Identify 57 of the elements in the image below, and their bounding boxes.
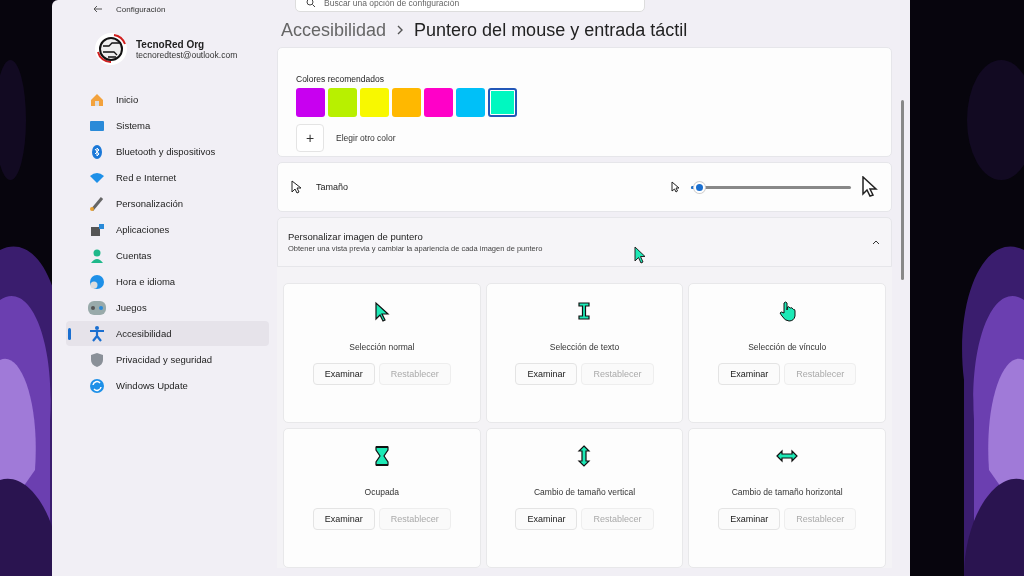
- pointer-label: Cambio de tamaño vertical: [533, 487, 636, 497]
- back-icon: [92, 3, 104, 15]
- add-color-button[interactable]: +: [296, 124, 324, 152]
- search-icon: [306, 0, 316, 8]
- sidebar-item[interactable]: Personalización: [66, 191, 269, 216]
- color-swatch[interactable]: [296, 88, 325, 117]
- sidebar-item[interactable]: Privacidad y seguridad: [66, 347, 269, 372]
- profile-email: tecnoredtest@outlook.com: [136, 49, 238, 60]
- cursor-icon: [290, 180, 302, 194]
- section-title: Personalizar imagen de puntero: [288, 231, 424, 242]
- custom-color-label: Elegir otro color: [336, 133, 396, 143]
- avatar-icon: [94, 32, 128, 66]
- pointer-label: Cambio de tamaño horizontal: [731, 487, 843, 497]
- browse-button[interactable]: Examinar: [718, 363, 781, 385]
- pointer-label: Selección normal: [349, 342, 415, 352]
- brush-icon: [88, 194, 106, 213]
- slider-thumb[interactable]: [694, 181, 705, 193]
- sidebar-item[interactable]: Sistema: [66, 113, 269, 138]
- search-field[interactable]: Buscar una opción de configuración: [295, 0, 645, 12]
- browse-button[interactable]: Examinar: [515, 363, 578, 385]
- window-title: Configuración: [116, 4, 166, 14]
- size-label: Tamaño: [316, 182, 350, 192]
- sidebar-item[interactable]: Bluetooth y dispositivos: [66, 139, 269, 164]
- sidebar-item[interactable]: Accesibilidad: [66, 321, 269, 346]
- profile-name: TecnoRed Org: [136, 38, 206, 50]
- breadcrumb-parent[interactable]: Accesibilidad: [281, 20, 387, 41]
- accessibility-icon: [88, 324, 106, 343]
- color-swatch[interactable]: [392, 88, 421, 117]
- color-swatch[interactable]: [424, 88, 453, 117]
- sidebar-item[interactable]: Juegos: [66, 295, 269, 320]
- sync-icon: [88, 376, 106, 395]
- chevron-icon: [396, 24, 405, 36]
- pointer-label: Ocupada: [364, 487, 400, 497]
- sidebar-item[interactable]: Hora e idioma: [66, 269, 269, 294]
- gamepad-icon: [88, 298, 106, 317]
- pointer-label: Selección de texto: [549, 342, 620, 352]
- color-swatch[interactable]: [328, 88, 357, 117]
- browse-button[interactable]: Examinar: [515, 508, 578, 530]
- sidebar-item[interactable]: Cuentas: [66, 243, 269, 268]
- color-swatch[interactable]: [488, 88, 517, 117]
- sidebar-item[interactable]: Windows Update: [66, 373, 269, 398]
- page-title: Puntero del mouse y entrada táctil: [414, 20, 688, 41]
- mouse-pointer-icon: [633, 246, 647, 264]
- sidebar-item[interactable]: Inicio: [66, 87, 269, 112]
- small-cursor-icon: [671, 181, 681, 193]
- shield-icon: [88, 350, 106, 369]
- large-cursor-icon: [861, 176, 879, 198]
- browse-button[interactable]: Examinar: [312, 363, 375, 385]
- sidebar-item[interactable]: Red e Internet: [66, 165, 269, 190]
- browse-button[interactable]: Examinar: [718, 508, 781, 530]
- colors-label: Colores recomendados: [296, 74, 385, 84]
- sidebar-item[interactable]: Aplicaciones: [66, 217, 269, 242]
- color-swatch[interactable]: [360, 88, 389, 117]
- globe-clock-icon: [88, 272, 106, 291]
- pointer-label: Selección de vínculo: [748, 342, 827, 352]
- color-swatch[interactable]: [456, 88, 485, 117]
- browse-button[interactable]: Examinar: [312, 508, 375, 530]
